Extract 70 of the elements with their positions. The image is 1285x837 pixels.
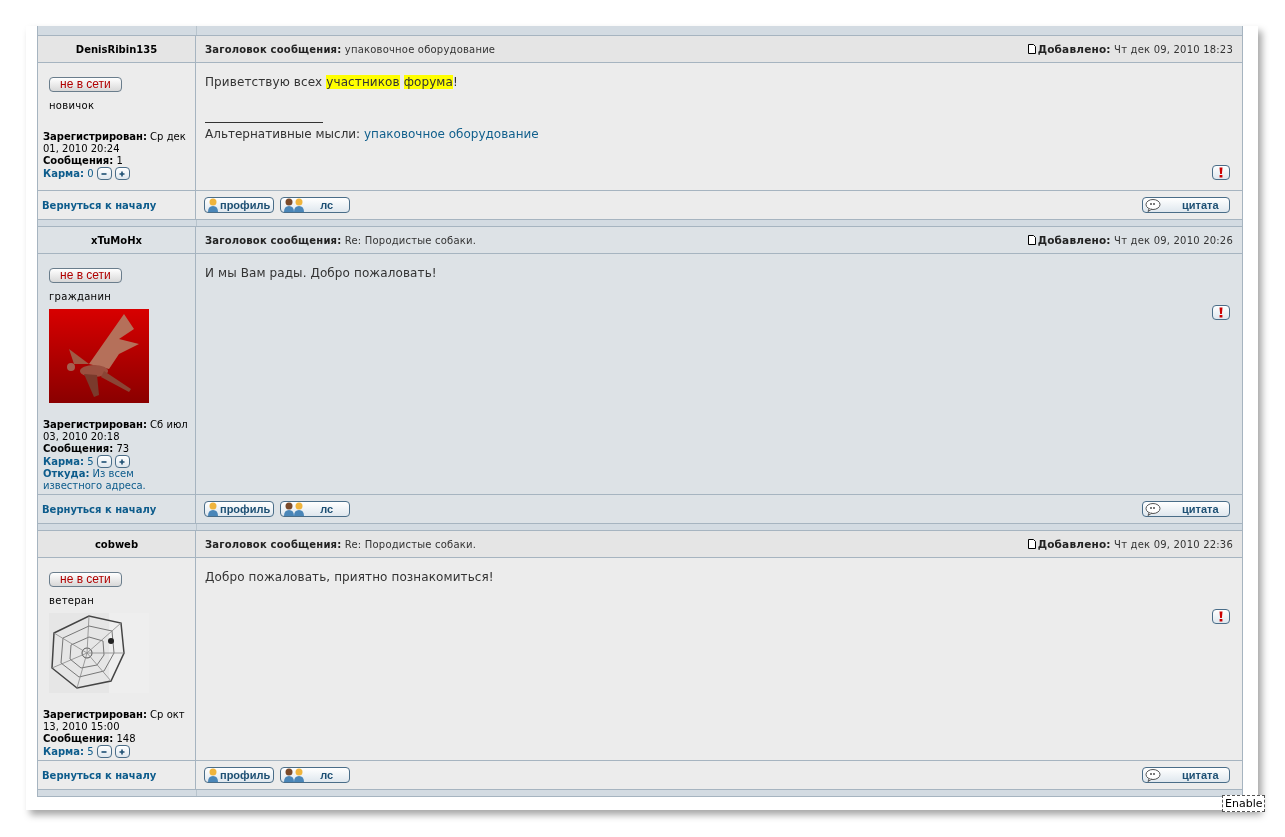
message-count: Сообщения: 73: [43, 443, 131, 455]
post-message: Приветствую всех участников форума!: [205, 74, 459, 90]
back-to-top-link[interactable]: Вернуться к началу: [42, 769, 157, 781]
private-message-button[interactable]: лс: [280, 501, 351, 517]
back-to-top-link[interactable]: Вернуться к началу: [42, 199, 157, 211]
author-name: DenisRibin135: [75, 43, 158, 55]
document-icon: [1027, 44, 1036, 54]
plus-icon: [118, 169, 127, 178]
karma-value: Карма: 5: [43, 745, 94, 758]
two-people-icon: [283, 198, 306, 212]
user-location: Откуда: Из всем известного адреса.: [43, 468, 147, 492]
user-rank: новичок: [49, 100, 96, 111]
exclamation-icon: [1218, 167, 1224, 178]
post-date: Добавлено: Чт дек 09, 2010 22:36: [1037, 538, 1233, 550]
author-name: cobweb: [94, 538, 139, 550]
two-people-icon: [283, 768, 306, 782]
karma-down-button[interactable]: [96, 455, 112, 468]
registration-date: Зарегистрирован: Сб июл 03, 2010 20:18: [43, 419, 189, 443]
quote-button[interactable]: цитата: [1142, 767, 1230, 783]
post-subject: Заголовок сообщения: Re: Породистые собаки.: [205, 234, 477, 246]
two-people-icon: [283, 502, 306, 516]
person-icon: [207, 198, 219, 212]
offline-status: не в сети: [49, 268, 122, 283]
quote-button[interactable]: цитата: [1142, 197, 1230, 213]
karma-value: Карма: 5: [43, 455, 94, 468]
back-to-top-link[interactable]: Вернуться к началу: [42, 503, 157, 515]
karma-up-button[interactable]: [114, 167, 130, 180]
post-subject: Заголовок сообщения: Re: Породистые собаки.: [205, 538, 477, 550]
exclamation-icon: [1218, 611, 1224, 622]
speech-bubble-icon: [1145, 768, 1161, 782]
post-message: Добро пожаловать, приятно познакомиться!: [205, 569, 495, 585]
signature-link[interactable]: упаковочное оборудование: [364, 127, 539, 141]
post-subject: Заголовок сообщения: упаковочное оборудование: [205, 43, 496, 55]
plus-icon: [118, 457, 127, 466]
karma-down-button[interactable]: [96, 745, 112, 758]
person-icon: [207, 768, 219, 782]
tooltip: Enable: [1222, 795, 1266, 812]
exclamation-icon: [1218, 307, 1224, 318]
message-count: Сообщения: 148: [43, 733, 137, 745]
post-message: И мы Вам рады. Добро пожаловать!: [205, 265, 438, 281]
speech-bubble-icon: [1145, 198, 1161, 212]
karma-value: Карма: 0: [43, 167, 94, 180]
user-rank: ветеран: [49, 595, 96, 606]
document-icon: [1027, 235, 1036, 245]
report-button[interactable]: [1212, 609, 1230, 624]
private-message-button[interactable]: лс: [280, 197, 351, 213]
signature: Альтернативные мысли: упаковочное оборудование: [205, 127, 540, 141]
person-icon: [207, 502, 219, 516]
post-date: Добавлено: Чт дек 09, 2010 20:26: [1037, 234, 1233, 246]
profile-button[interactable]: профиль: [204, 501, 275, 517]
speech-bubble-icon: [1145, 502, 1161, 516]
message-count: Сообщения: 1: [43, 155, 124, 167]
user-rank: гражданин: [49, 291, 113, 302]
karma-up-button[interactable]: [114, 455, 130, 468]
offline-status: не в сети: [49, 77, 122, 92]
registration-date: Зарегистрирован: Ср дек 01, 2010 20:24: [43, 131, 187, 155]
registration-date: Зарегистрирован: Ср окт 13, 2010 15:00: [43, 709, 186, 733]
report-button[interactable]: [1212, 165, 1230, 180]
private-message-button[interactable]: лс: [280, 767, 351, 783]
karma-up-button[interactable]: [114, 745, 130, 758]
profile-button[interactable]: профиль: [204, 197, 275, 213]
karma-down-button[interactable]: [96, 167, 112, 180]
plus-icon: [118, 747, 127, 756]
report-button[interactable]: [1212, 305, 1230, 320]
document-icon: [1027, 539, 1036, 549]
quote-button[interactable]: цитата: [1142, 501, 1230, 517]
post-date: Добавлено: Чт дек 09, 2010 18:23: [1037, 43, 1233, 55]
profile-button[interactable]: профиль: [204, 767, 275, 783]
author-name: xTuMoHx: [91, 234, 142, 246]
offline-status: не в сети: [49, 572, 122, 587]
